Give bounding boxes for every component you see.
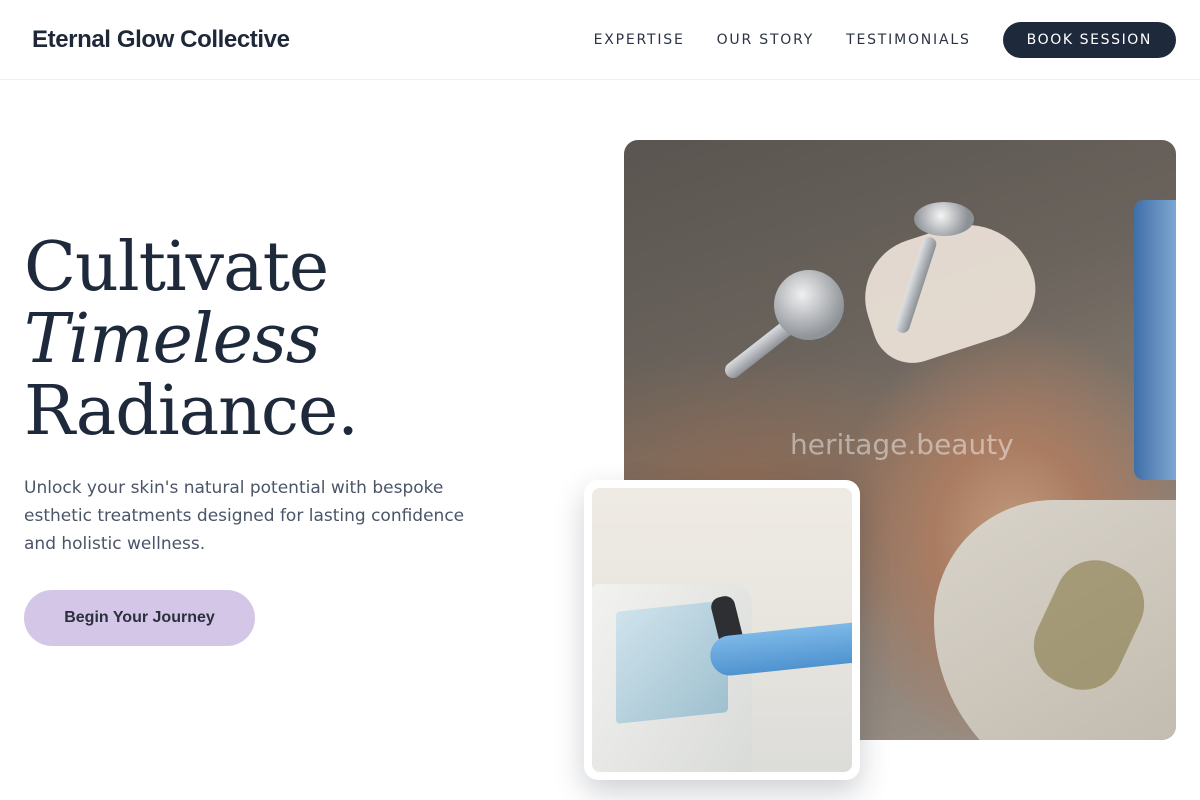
hero-title: Cultivate Timeless Radiance. — [24, 228, 359, 451]
hero-subtitle: Unlock your skin's natural potential wit… — [24, 478, 465, 554]
nav-link-our-story[interactable]: OUR STORY — [717, 22, 815, 58]
nav-link-expertise[interactable]: EXPERTISE — [594, 22, 685, 58]
hero-title-line-2: Timeless — [24, 300, 321, 379]
device-image-card — [584, 480, 860, 780]
main-nav: EXPERTISE OUR STORY TESTIMONIALS BOOK SE… — [594, 22, 1176, 58]
device-image — [592, 488, 852, 772]
image-watermark: heritage.beauty — [790, 428, 1014, 461]
roller-tool-2-head — [914, 202, 974, 236]
nav-link-testimonials[interactable]: TESTIMONIALS — [846, 22, 971, 58]
hero-title-line-1: Cultivate — [24, 228, 329, 307]
hero-title-line-3: Radiance. — [24, 372, 359, 451]
product-bottle-shape — [1134, 200, 1176, 480]
roller-tool-head — [774, 270, 844, 340]
begin-journey-button[interactable]: Begin Your Journey — [24, 590, 255, 646]
book-session-button[interactable]: BOOK SESSION — [1002, 22, 1176, 58]
brand-logo[interactable]: Eternal Glow Collective — [32, 26, 290, 54]
site-header: Eternal Glow Collective EXPERTISE OUR ST… — [0, 0, 1200, 80]
